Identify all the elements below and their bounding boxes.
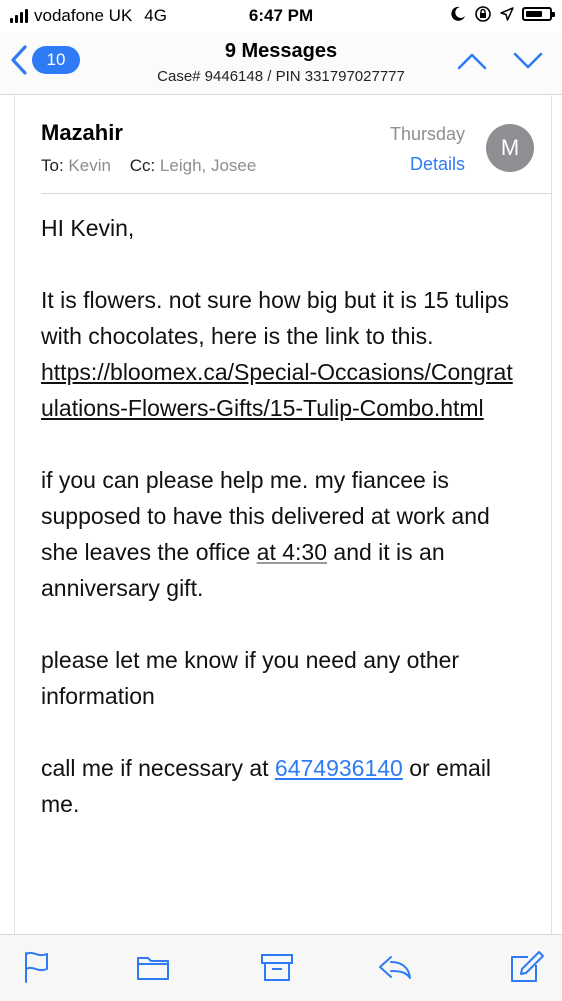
archive-icon[interactable] [259,949,295,985]
avatar: M [486,124,534,172]
to-label: To: [41,156,64,175]
navigation-bar: 10 9 Messages Case# 9446148 / PIN 331797… [0,32,562,95]
bottom-toolbar [0,934,562,1001]
flag-icon[interactable] [20,949,56,985]
message-card-border-left [14,94,15,934]
header-divider [41,193,552,194]
body-paragraph-1: It is flowers. not sure how big but it i… [41,282,521,426]
previous-message-button[interactable] [456,50,488,72]
greeting: HI Kevin, [41,215,135,241]
message-card-border-right [551,94,552,934]
message-date: Thursday [389,124,465,144]
status-bar: vodafone UK 4G 6:47 PM [0,0,562,32]
to-recipient[interactable]: Kevin [68,156,111,175]
do-not-disturb-icon [451,6,465,21]
body-paragraph-4: call me if necessary at 6474936140 or em… [41,755,492,817]
folder-icon[interactable] [135,949,171,985]
body-paragraph-2: if you can please help me. my fiancee is… [41,467,490,601]
message-header: Mazahir To: Kevin Cc: Leigh, Josee Thurs… [41,108,552,194]
cc-recipients[interactable]: Leigh, Josee [160,156,256,175]
reply-icon[interactable] [377,949,413,985]
location-icon [500,7,514,21]
orientation-lock-icon [475,6,491,22]
recipients-line: To: Kevin Cc: Leigh, Josee [41,156,256,176]
time-detected-link[interactable]: at 4:30 [257,539,327,565]
message-body: HI Kevin, It is flowers. not sure how bi… [41,210,521,858]
compose-icon[interactable] [508,949,544,985]
phone-number-link[interactable]: 6474936140 [275,755,403,781]
body-paragraph-3: please let me know if you need any other… [41,647,460,709]
cc-label: Cc: [129,156,156,175]
battery-icon [522,7,555,21]
next-message-button[interactable] [512,50,544,72]
body-paragraph-1-text: It is flowers. not sure how big but it i… [41,287,509,349]
sender-name[interactable]: Mazahir [41,120,123,146]
details-link[interactable]: Details [410,154,465,175]
product-link[interactable]: https://bloomex.ca/Special-Occasions/Con… [41,359,513,421]
